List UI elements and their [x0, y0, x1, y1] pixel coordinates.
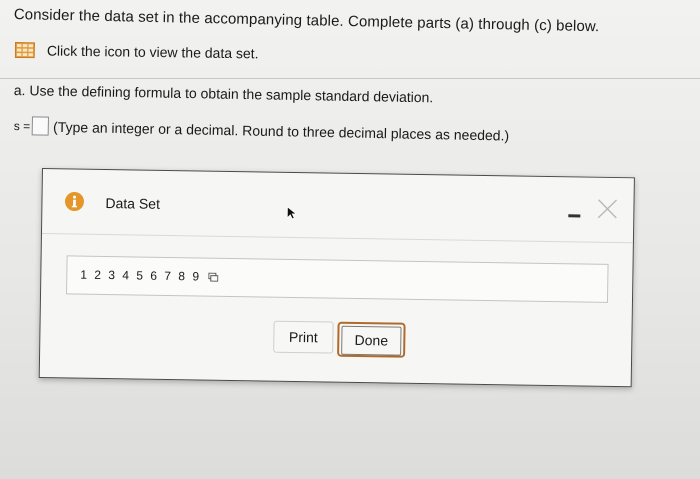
view-data-set-label[interactable]: Click the icon to view the data set. [47, 42, 259, 61]
answer-prefix: s = [13, 118, 31, 133]
print-button[interactable]: Print [273, 320, 334, 354]
minimize-icon[interactable] [562, 201, 586, 225]
copy-icon[interactable] [208, 272, 219, 282]
dialog-title: Data Set [105, 195, 161, 212]
close-icon[interactable] [594, 196, 620, 222]
part-a-prompt: a. Use the defining formula to obtain th… [13, 82, 434, 106]
answer-hint: (Type an integer or a decimal. Round to … [53, 118, 510, 144]
data-values: 1 2 3 4 5 6 7 8 9 [80, 267, 202, 284]
question-intro: Consider the data set in the accompanyin… [13, 6, 600, 36]
pointer-cursor-icon [286, 206, 298, 220]
view-data-set-link[interactable]: Click the icon to view the data set. [14, 42, 259, 61]
data-set-dialog: Data Set 1 2 3 4 5 6 7 8 9 Print Done [38, 168, 635, 388]
section-divider [0, 78, 700, 79]
grid-icon[interactable] [14, 42, 35, 59]
data-values-table: 1 2 3 4 5 6 7 8 9 [66, 255, 609, 303]
info-icon [64, 192, 84, 212]
answer-line: s = (Type an integer or a decimal. Round… [14, 116, 510, 145]
std-dev-answer-input[interactable] [31, 116, 50, 136]
done-button[interactable]: Done [337, 321, 406, 358]
question-page: Consider the data set in the accompanyin… [0, 0, 700, 479]
dialog-header: Data Set [41, 169, 634, 244]
done-button-label[interactable]: Done [341, 325, 402, 356]
